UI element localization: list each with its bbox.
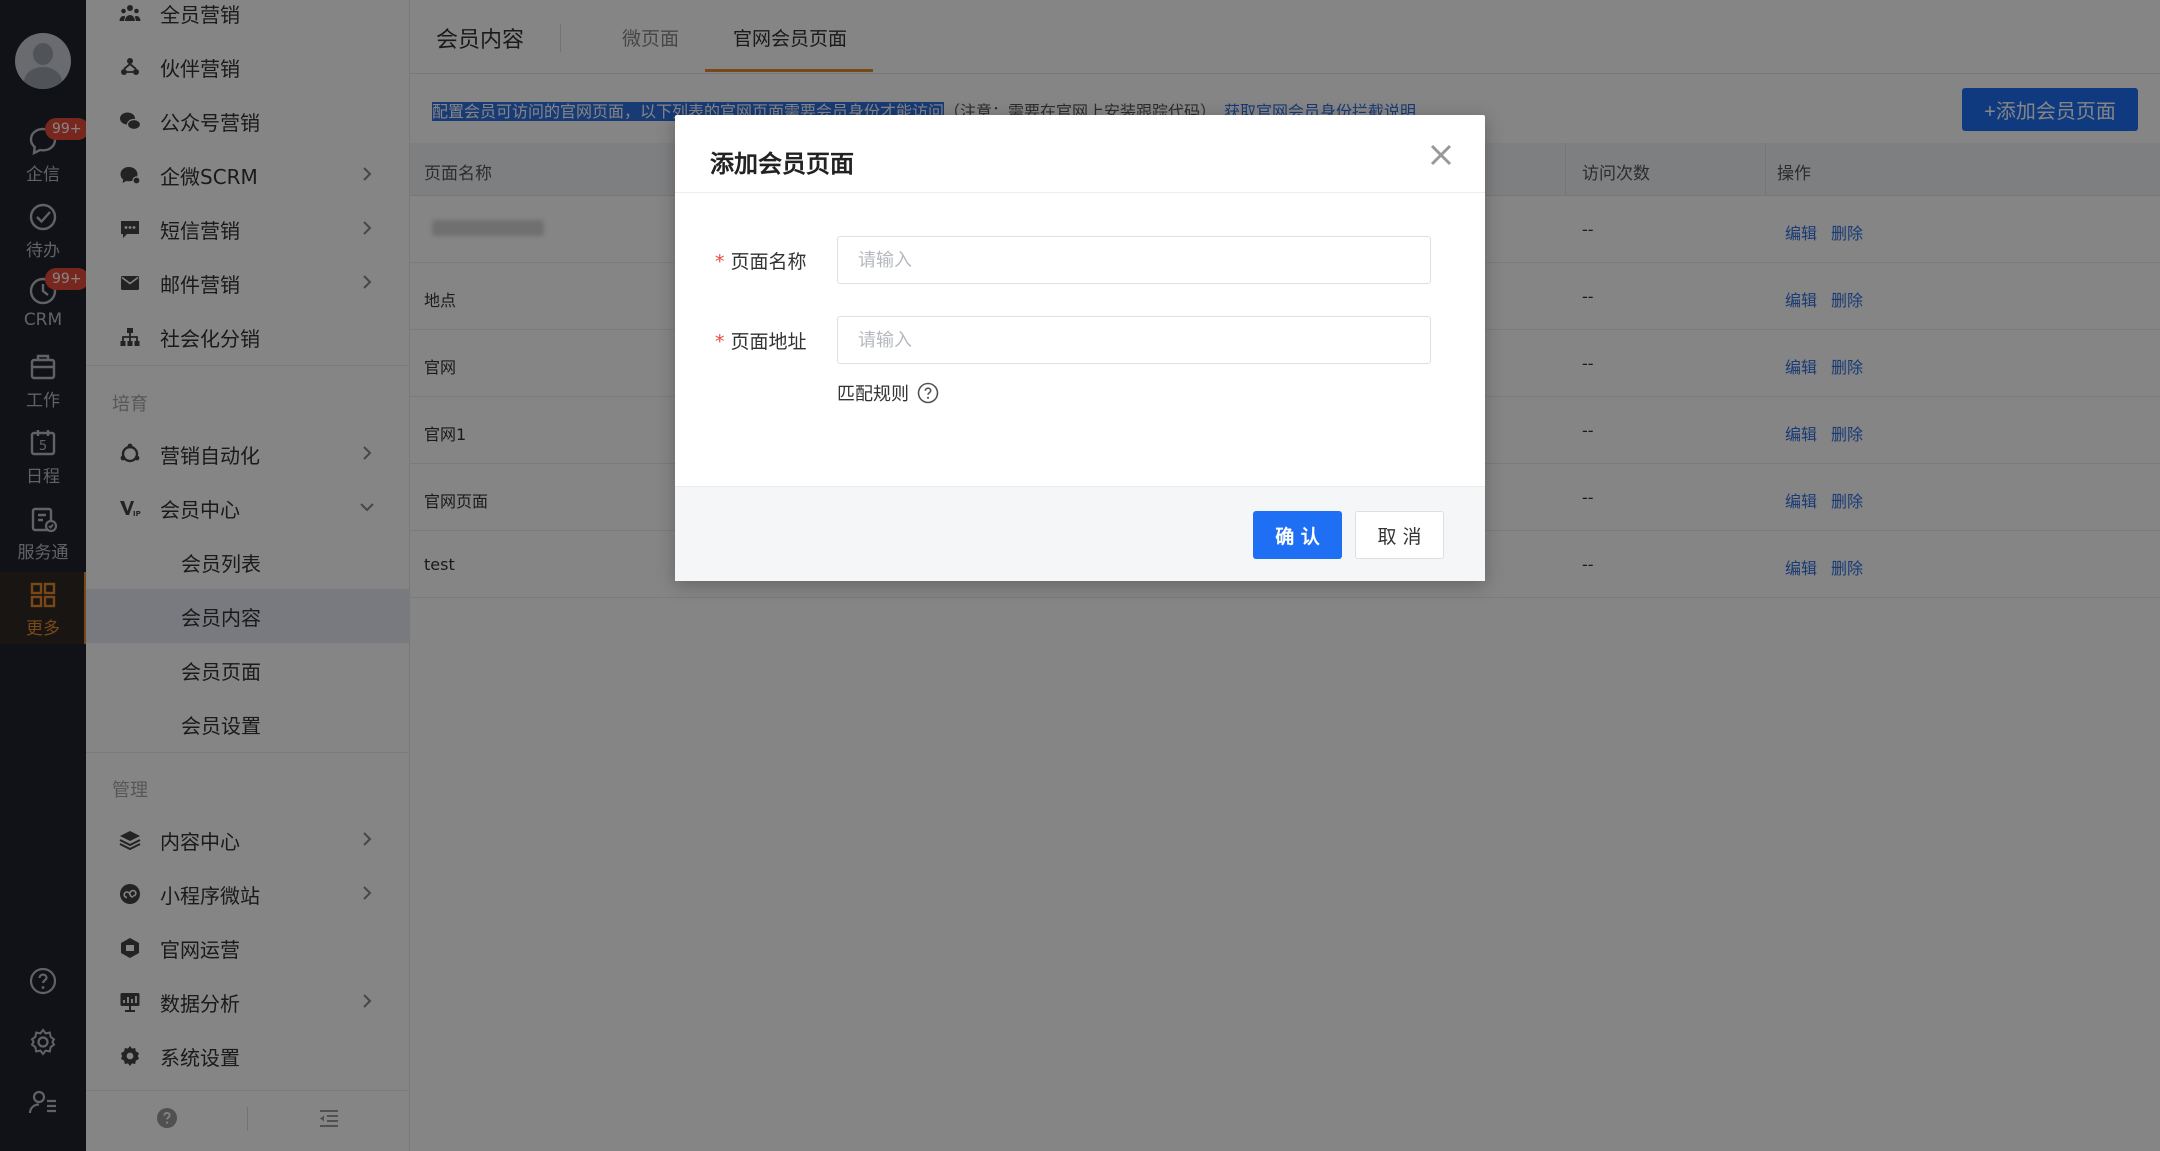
- page-url-input[interactable]: [837, 316, 1431, 364]
- add-member-page-dialog: 添加会员页面 *页面名称 *页面地址 匹配规则 确 认 取 消: [675, 115, 1485, 581]
- confirm-button[interactable]: 确 认: [1253, 511, 1342, 559]
- dialog-header: 添加会员页面: [675, 115, 1485, 193]
- match-rule-label: 匹配规则: [837, 384, 909, 405]
- page-name-label: * 页面名称: [715, 251, 807, 273]
- cancel-button[interactable]: 取 消: [1355, 511, 1444, 559]
- page-url-label: * 页面地址: [715, 331, 807, 353]
- close-icon[interactable]: [1427, 141, 1455, 169]
- question-circle-icon[interactable]: [917, 382, 939, 404]
- page-name-input[interactable]: [837, 236, 1431, 284]
- match-rule: 匹配规则: [837, 380, 939, 406]
- required-asterisk: *: [715, 331, 725, 353]
- dialog-footer: 确 认 取 消: [675, 486, 1485, 581]
- required-asterisk: *: [715, 251, 725, 273]
- dialog-title: 添加会员页面: [710, 150, 854, 178]
